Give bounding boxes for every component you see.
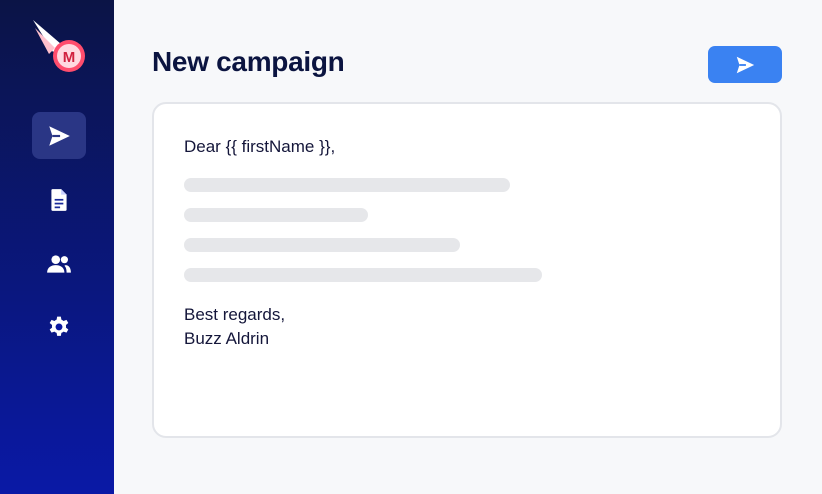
email-greeting: Dear {{ firstName }}, (184, 137, 336, 156)
sidebar-item-documents[interactable] (32, 176, 86, 223)
document-icon (51, 188, 67, 211)
gear-icon (49, 316, 69, 336)
email-signature: Best regards, Buzz Aldrin (184, 303, 285, 351)
body-placeholder-line (184, 268, 542, 282)
sidebar-item-campaigns[interactable] (32, 112, 86, 159)
body-placeholder-line (184, 238, 460, 252)
sidebar: M (0, 0, 114, 494)
send-icon (736, 56, 755, 73)
email-closing: Best regards, (184, 305, 286, 324)
sidebar-item-contacts[interactable] (32, 240, 86, 287)
send-icon (49, 125, 70, 146)
body-placeholder-line (184, 178, 510, 192)
svg-text:M: M (63, 49, 76, 66)
send-button[interactable] (708, 46, 782, 83)
sidebar-item-settings[interactable] (32, 304, 86, 351)
body-placeholder-line (184, 208, 368, 222)
email-sender-name: Buzz Aldrin (184, 329, 270, 348)
meteor-m-logo[interactable]: M (31, 18, 87, 74)
users-icon (47, 254, 71, 273)
email-editor[interactable]: Dear {{ firstName }}, Best regards, Buzz… (152, 102, 782, 438)
page-title: New campaign (152, 46, 345, 77)
